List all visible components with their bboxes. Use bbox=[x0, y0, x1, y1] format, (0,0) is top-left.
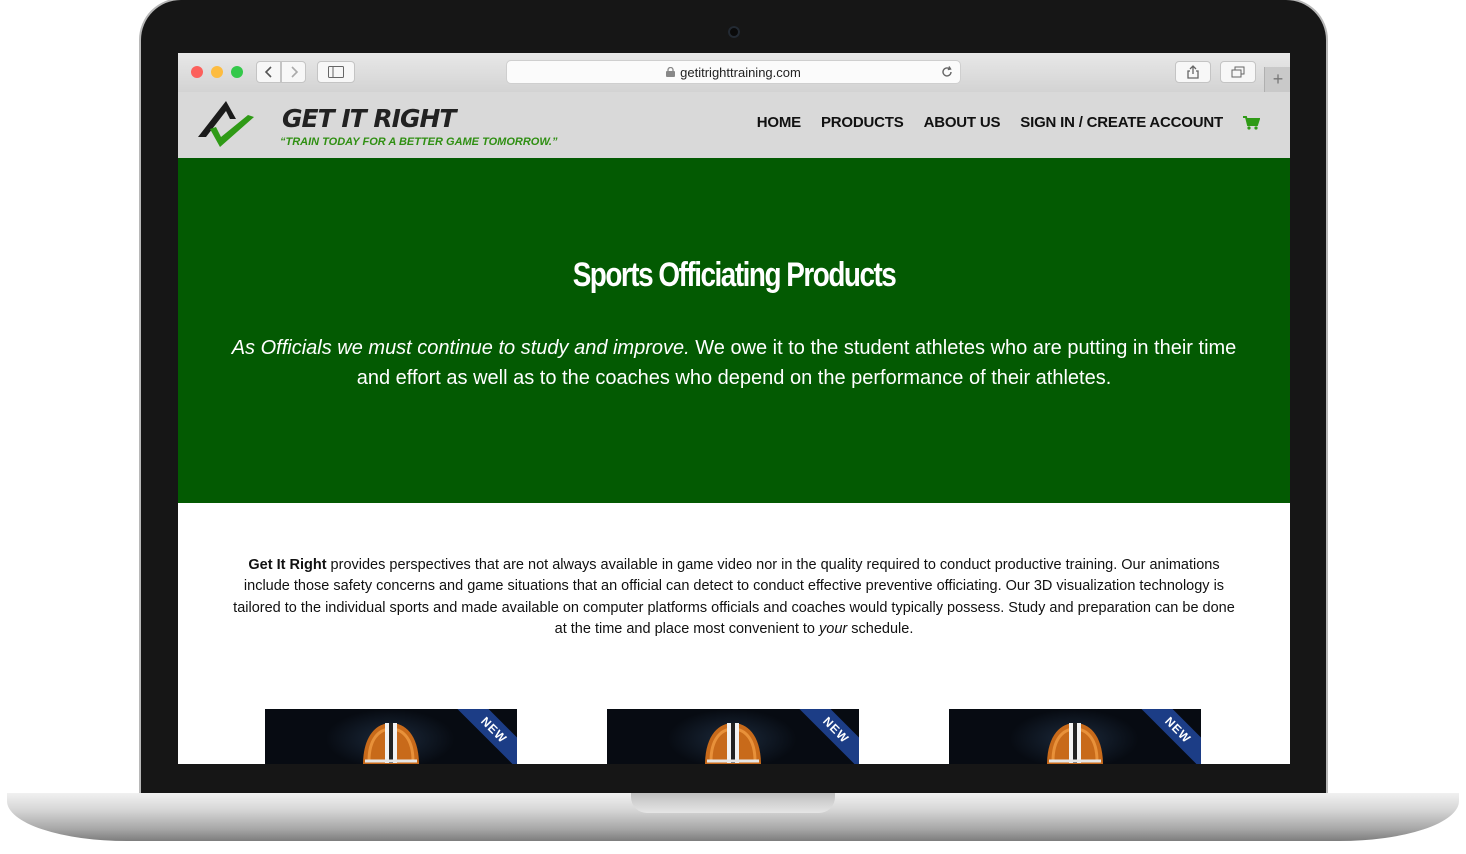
intro-text-2: schedule. bbox=[847, 620, 914, 637]
cart-icon[interactable] bbox=[1243, 115, 1260, 130]
page-title: Sports Officiating Products bbox=[572, 256, 897, 294]
hero-banner: Sports Officiating Products As Officials… bbox=[178, 158, 1290, 503]
intro-emphasis: your bbox=[819, 620, 848, 637]
browser-toolbar: getitrighttraining.com + bbox=[178, 53, 1290, 93]
intro-text-1: provides perspectives that are not alway… bbox=[233, 557, 1235, 637]
new-badge: NEW bbox=[454, 709, 517, 764]
plus-icon: + bbox=[1272, 69, 1284, 89]
football-helmet-icon bbox=[363, 723, 419, 764]
main-nav: HOME PRODUCTS ABOUT US SIGN IN / CREATE … bbox=[737, 114, 1260, 131]
intro-paragraph: Get It Right provides perspectives that … bbox=[228, 555, 1240, 640]
chevron-right-icon bbox=[290, 66, 298, 78]
intro-brand: Get It Right bbox=[248, 557, 327, 573]
forward-button[interactable] bbox=[281, 61, 306, 83]
minimize-window-button[interactable] bbox=[211, 66, 223, 78]
brand-tagline: “TRAIN TODAY FOR A BETTER GAME TOMORROW.… bbox=[280, 136, 558, 148]
url-text: getitrighttraining.com bbox=[680, 64, 801, 80]
back-button[interactable] bbox=[256, 61, 281, 83]
hero-lead: As Officials we must continue to study a… bbox=[228, 333, 1240, 393]
football-helmet-icon bbox=[1047, 723, 1103, 764]
nav-sign-in[interactable]: SIGN IN / CREATE ACCOUNT bbox=[1020, 114, 1223, 131]
hero-lead-emphasis: As Officials we must continue to study a… bbox=[231, 337, 690, 359]
product-card[interactable]: NEW bbox=[949, 709, 1201, 764]
lock-icon bbox=[666, 67, 676, 77]
show-tabs-button[interactable] bbox=[1220, 61, 1256, 83]
chevron-left-icon bbox=[264, 66, 272, 78]
tabs-icon bbox=[1231, 66, 1245, 78]
address-bar[interactable]: getitrighttraining.com bbox=[506, 60, 961, 84]
reload-icon[interactable] bbox=[940, 65, 954, 79]
checkmark-logo-icon bbox=[198, 101, 254, 147]
close-window-button[interactable] bbox=[191, 66, 203, 78]
share-button[interactable] bbox=[1175, 61, 1211, 83]
share-icon bbox=[1187, 65, 1199, 79]
product-card[interactable]: NEW bbox=[607, 709, 859, 764]
new-badge: NEW bbox=[1138, 709, 1201, 764]
zoom-window-button[interactable] bbox=[231, 66, 243, 78]
site-header: GET IT RIGHT “TRAIN TODAY FOR A BETTER G… bbox=[178, 92, 1290, 159]
football-helmet-icon bbox=[705, 723, 761, 764]
nav-about-us[interactable]: ABOUT US bbox=[924, 114, 1001, 131]
new-tab-button[interactable]: + bbox=[1264, 67, 1290, 92]
laptop-notch bbox=[631, 793, 835, 813]
nav-products[interactable]: PRODUCTS bbox=[821, 114, 904, 131]
site-logo[interactable]: GET IT RIGHT “TRAIN TODAY FOR A BETTER G… bbox=[196, 97, 557, 153]
new-badge: NEW bbox=[796, 709, 859, 764]
sidebar-toggle-button[interactable] bbox=[317, 61, 355, 83]
brand-name: GET IT RIGHT bbox=[282, 104, 456, 133]
webcam-icon bbox=[728, 26, 740, 38]
product-card[interactable]: NEW bbox=[265, 709, 517, 764]
sidebar-icon bbox=[328, 66, 344, 78]
nav-home[interactable]: HOME bbox=[757, 114, 801, 131]
browser-window: getitrighttraining.com + GET IT RIGHT “T… bbox=[178, 53, 1290, 764]
